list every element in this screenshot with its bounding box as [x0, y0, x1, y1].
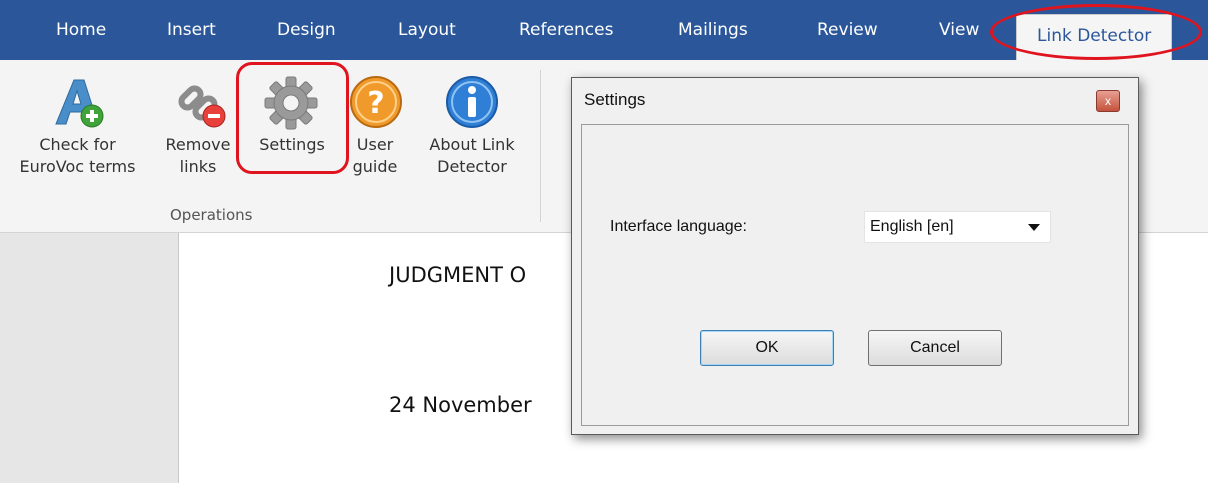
- tab-home[interactable]: Home: [56, 20, 106, 40]
- tab-design[interactable]: Design: [277, 20, 336, 40]
- tab-view[interactable]: View: [939, 20, 979, 40]
- tab-review[interactable]: Review: [817, 20, 878, 40]
- language-selected-value: English [en]: [870, 218, 954, 235]
- remove-links-button[interactable]: Remove links: [160, 60, 236, 200]
- cancel-button[interactable]: Cancel: [868, 330, 1002, 366]
- dialog-title: Settings: [584, 90, 646, 109]
- settings-button[interactable]: Settings: [246, 60, 338, 200]
- about-link-detector-button[interactable]: About Link Detector: [413, 60, 531, 200]
- eurovoc-add-icon: [55, 79, 104, 128]
- tab-link-detector[interactable]: Link Detector: [1016, 14, 1173, 61]
- tab-mailings[interactable]: Mailings: [678, 20, 748, 40]
- tab-layout[interactable]: Layout: [398, 20, 456, 40]
- ribbon-tab-bar: Home Insert Design Layout References Mai…: [0, 0, 1208, 61]
- remove-links-label: Remove links: [165, 135, 231, 176]
- user-guide-label: User guide: [352, 135, 398, 176]
- close-icon: x: [1105, 94, 1111, 108]
- close-button[interactable]: x: [1096, 90, 1120, 112]
- svg-text:?: ?: [367, 86, 384, 121]
- user-guide-button[interactable]: ? User guide: [340, 60, 410, 200]
- help-icon: ?: [350, 76, 402, 128]
- dialog-body: Interface language: English [en] OK Canc…: [581, 124, 1129, 426]
- settings-label: Settings: [259, 135, 325, 154]
- gear-icon: [264, 76, 318, 130]
- document-line-date: 24 November: [389, 393, 532, 417]
- tab-references[interactable]: References: [519, 20, 613, 40]
- about-link-detector-label: About Link Detector: [429, 135, 515, 176]
- ok-button[interactable]: OK: [700, 330, 834, 366]
- interface-language-select[interactable]: English [en]: [864, 211, 1051, 243]
- operations-group-label: Operations: [170, 206, 253, 224]
- check-eurovoc-button[interactable]: Check for EuroVoc terms: [0, 60, 155, 200]
- chevron-down-icon[interactable]: [1028, 224, 1040, 231]
- check-eurovoc-label: Check for EuroVoc terms: [19, 135, 136, 176]
- remove-links-icon: [178, 85, 226, 128]
- document-line-judgment: JUDGMENT O: [389, 263, 527, 287]
- group-separator: [540, 70, 541, 222]
- dialog-titlebar[interactable]: Settings x: [572, 78, 1138, 124]
- info-icon: [446, 76, 498, 128]
- tab-insert[interactable]: Insert: [167, 20, 216, 40]
- interface-language-label: Interface language:: [610, 218, 747, 235]
- settings-dialog: Settings x Interface language: English […: [571, 77, 1139, 435]
